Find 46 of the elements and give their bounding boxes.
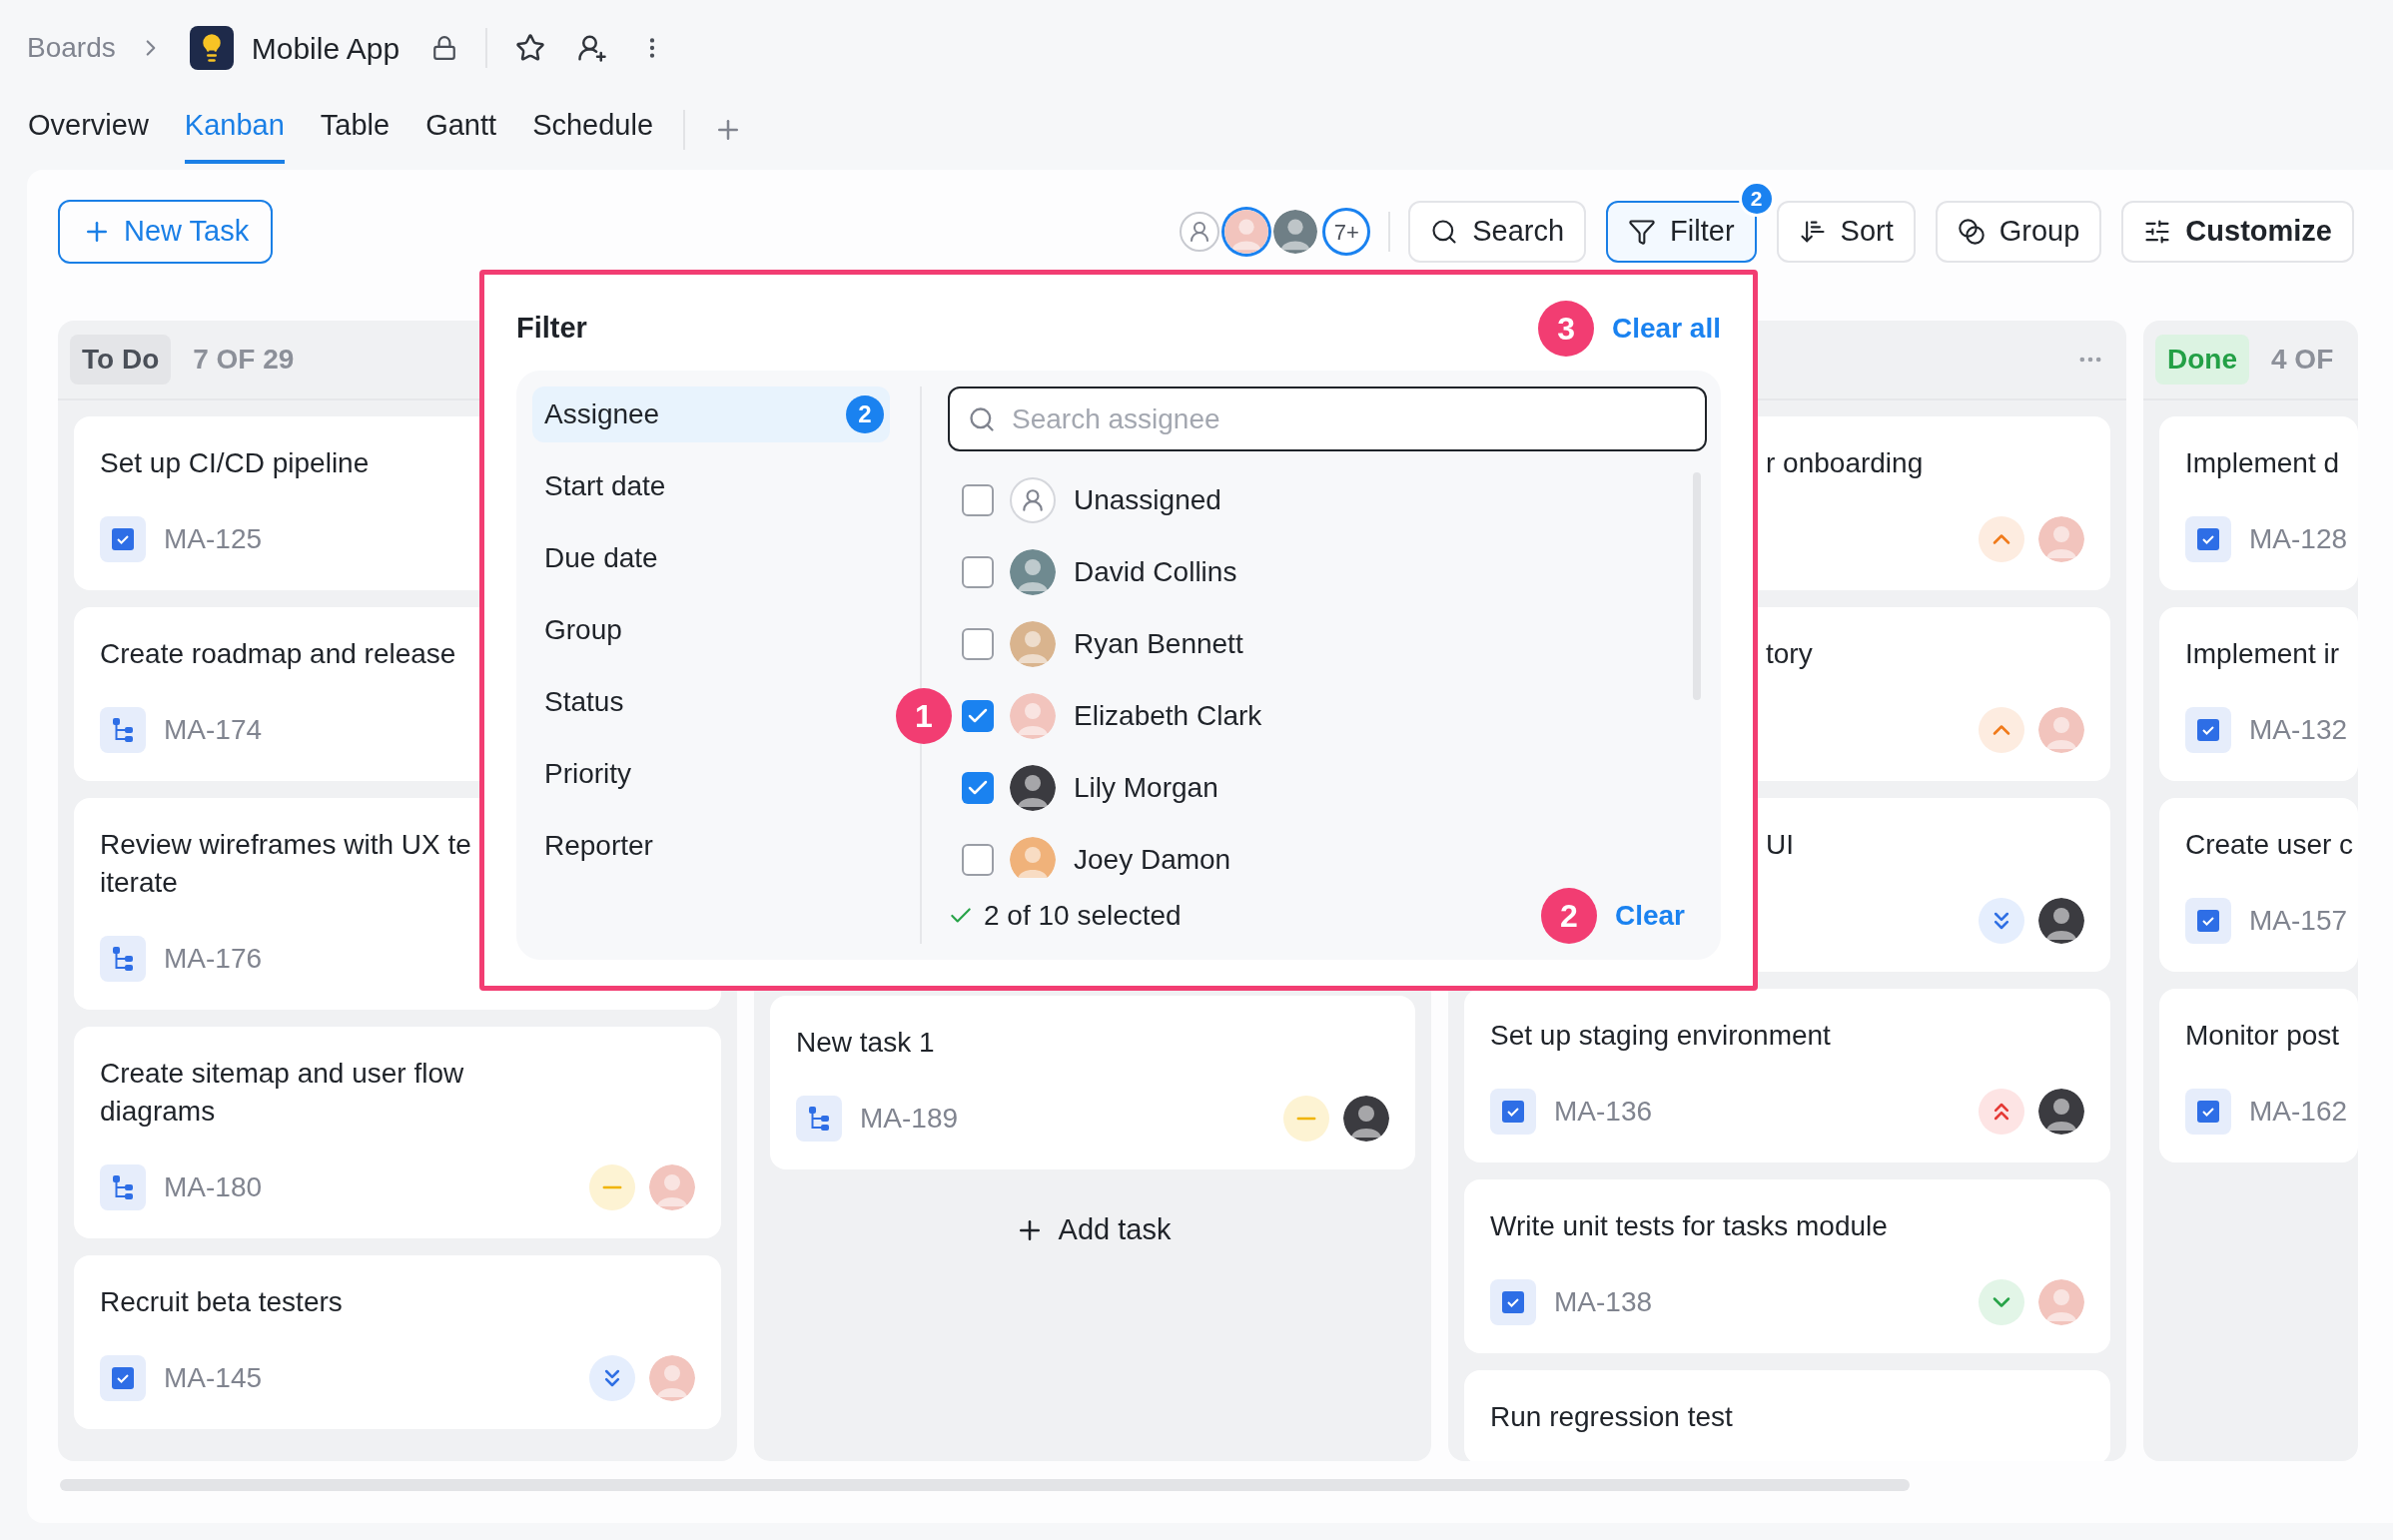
task-title: Implement ir xyxy=(2185,637,2340,671)
task-id: MA-125 xyxy=(164,522,263,556)
status-label: Done xyxy=(2155,335,2249,385)
assignee-name: Unassigned xyxy=(1074,483,1221,517)
task-id: MA-136 xyxy=(1554,1095,1653,1129)
step-marker: 2 xyxy=(1540,888,1597,944)
step-marker: 1 xyxy=(896,688,952,744)
task-title: Create sitemap and user flow diagrams xyxy=(100,1057,464,1129)
assignee-name: Elizabeth Clark xyxy=(1074,699,1262,733)
task-title: Write unit tests for tasks module xyxy=(1490,1209,1888,1243)
task-id: MA-189 xyxy=(860,1102,959,1136)
task-id: MA-128 xyxy=(2249,522,2348,556)
step-marker: 3 xyxy=(1538,301,1595,357)
task-title: Set up staging environment xyxy=(1490,1019,1831,1053)
task-title: Review wireframes with UX te iterate xyxy=(100,828,471,900)
task-id: MA-132 xyxy=(2249,713,2348,747)
task-title: New task 1 xyxy=(796,1026,935,1060)
task-title: UI xyxy=(1766,828,1794,862)
task-id: MA-138 xyxy=(1554,1285,1653,1319)
task-id: MA-145 xyxy=(164,1361,263,1395)
assignee-name: Ryan Bennett xyxy=(1074,627,1243,661)
task-title: r onboarding xyxy=(1766,446,1924,480)
board-title: Mobile App xyxy=(251,30,400,67)
task-id: MA-157 xyxy=(2249,904,2348,938)
task-title: Monitor post xyxy=(2185,1019,2340,1053)
status-label: To Do xyxy=(70,335,172,385)
task-id: MA-180 xyxy=(164,1170,263,1204)
task-title: Recruit beta testers xyxy=(100,1285,343,1319)
task-title: tory xyxy=(1766,637,1813,671)
task-title: Implement d xyxy=(2185,446,2340,480)
assignee-name: Lily Morgan xyxy=(1074,771,1218,805)
task-title: Create roadmap and release xyxy=(100,637,456,671)
task-title: Run regression test xyxy=(1490,1400,1733,1434)
task-title: Create user c xyxy=(2185,828,2354,862)
assignee-name: Joey Damon xyxy=(1074,843,1231,877)
count-badge: 2 xyxy=(846,395,884,433)
task-id: MA-176 xyxy=(164,942,263,976)
task-id: MA-174 xyxy=(164,713,263,747)
task-id: MA-162 xyxy=(2249,1095,2348,1129)
task-title: Set up CI/CD pipeline xyxy=(100,446,370,480)
popover-title: Filter xyxy=(516,311,587,347)
selection-summary: 2 of 10 selected xyxy=(984,899,1182,933)
assignee-name: David Collins xyxy=(1074,555,1237,589)
task-count: 7 OF 29 xyxy=(193,343,295,377)
count-badge: 2 xyxy=(1738,181,1775,217)
task-count: 4 OF xyxy=(2271,343,2334,377)
